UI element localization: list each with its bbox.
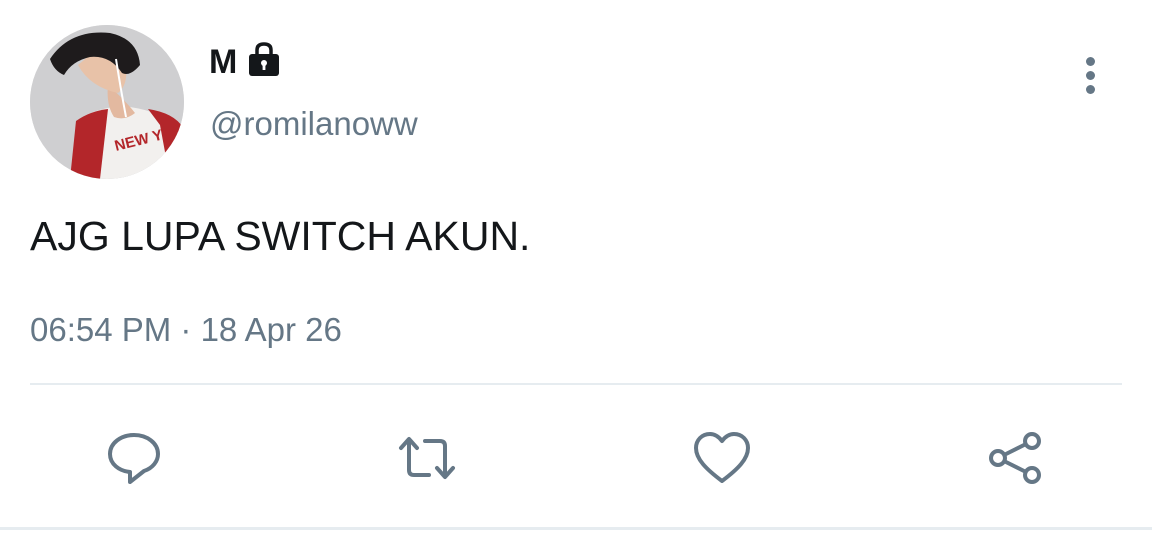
- author-handle[interactable]: @romilanoww: [210, 104, 418, 144]
- tweet-card: NEW YOR M @romilanoww AJG LUPA SWITCH AK…: [0, 0, 1152, 549]
- like-button[interactable]: [692, 428, 752, 488]
- share-icon: [989, 432, 1041, 484]
- reply-button[interactable]: [104, 428, 164, 488]
- avatar[interactable]: NEW YOR: [30, 25, 184, 179]
- more-vertical-icon-dot: [1085, 84, 1095, 94]
- lock-icon: [245, 40, 283, 78]
- author-display-name[interactable]: M: [209, 42, 283, 82]
- heart-icon: [694, 432, 750, 483]
- more-vertical-icon-dot: [1085, 70, 1095, 80]
- tweet-timestamp[interactable]: 06:54 PM · 18 Apr 26: [30, 310, 342, 350]
- divider-bottom: [0, 527, 1152, 530]
- more-options-button[interactable]: [1070, 55, 1110, 95]
- more-vertical-icon-dot: [1085, 56, 1095, 66]
- divider: [30, 383, 1122, 385]
- share-button[interactable]: [986, 428, 1046, 488]
- tweet-text: AJG LUPA SWITCH AKUN.: [30, 213, 531, 259]
- avatar-photo: NEW YOR: [30, 25, 184, 179]
- reply-icon: [108, 433, 160, 484]
- retweet-icon: [399, 437, 455, 479]
- retweet-button[interactable]: [397, 428, 457, 488]
- display-name-text: M: [209, 43, 238, 81]
